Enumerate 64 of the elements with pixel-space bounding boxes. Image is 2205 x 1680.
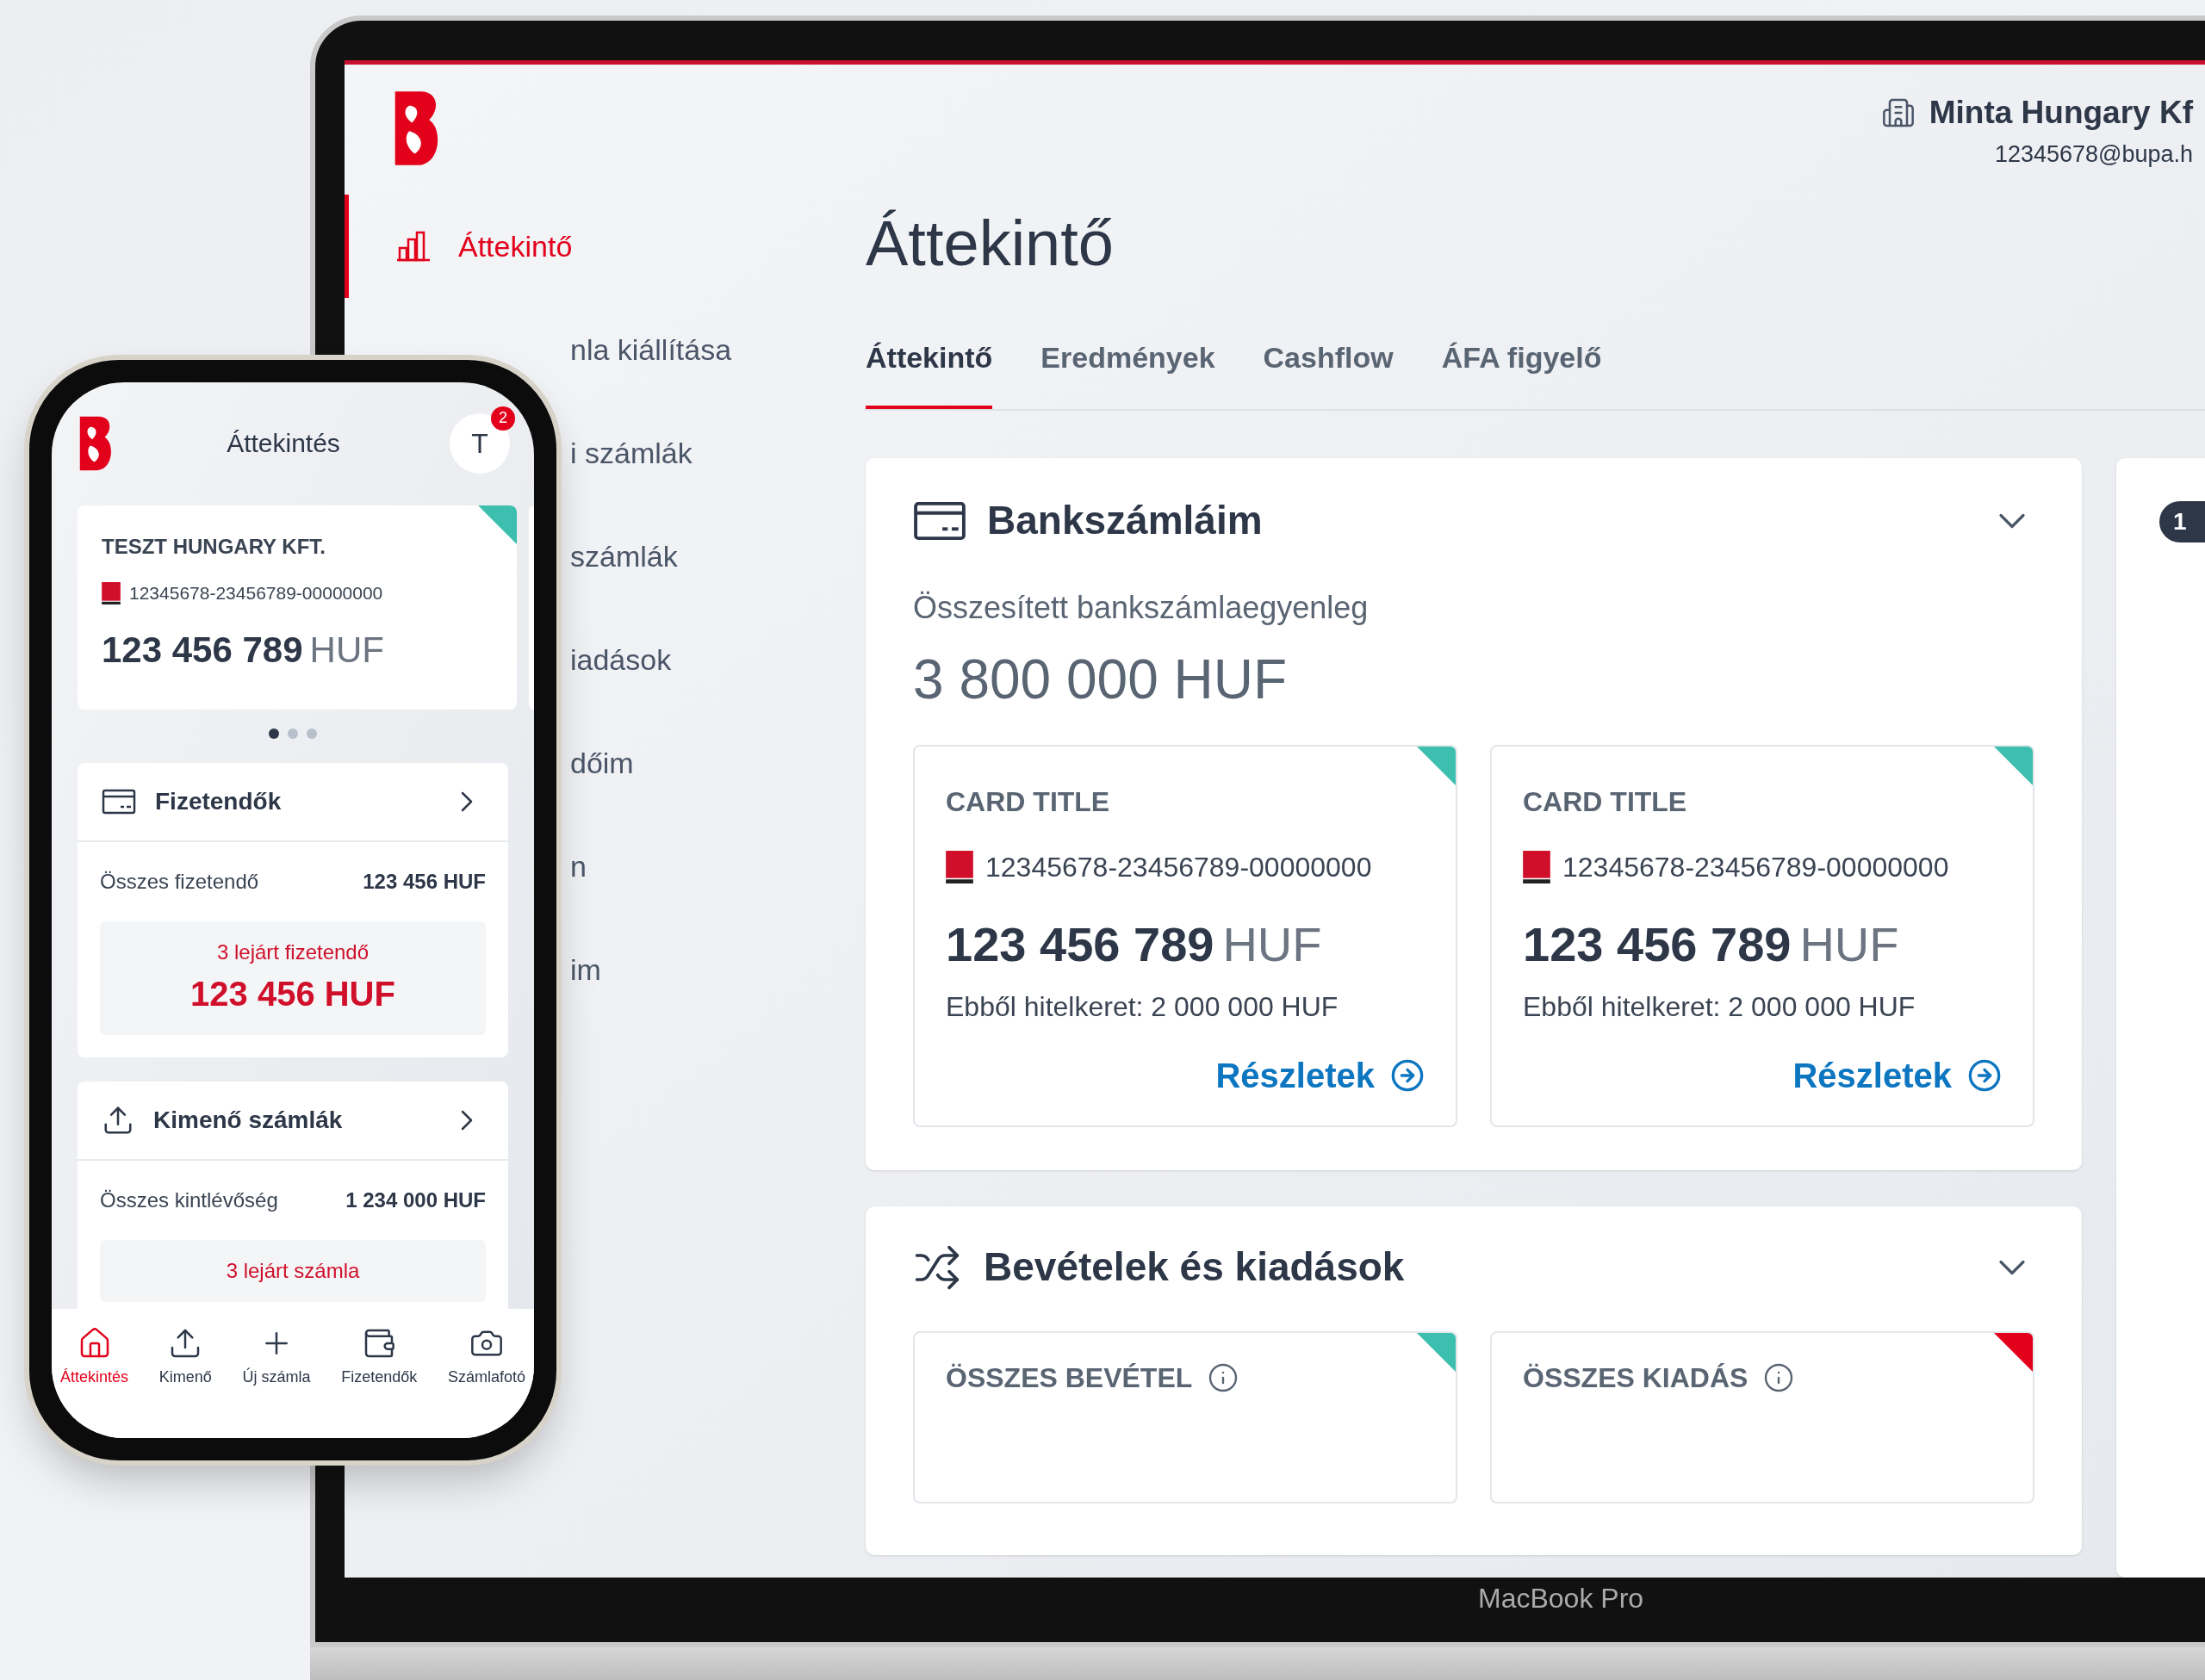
account-number: 12345678-23456789-00000000	[1562, 851, 1949, 884]
arrow-right-circle-icon	[1390, 1058, 1425, 1093]
amount: 123 456 789	[102, 628, 303, 672]
sidebar-item[interactable]: im	[570, 918, 601, 1021]
company-name: Minta Hungary Kf	[1929, 94, 2193, 132]
laptop-brand-label: MacBook Pro	[1478, 1582, 1644, 1615]
currency: HUF	[309, 628, 384, 672]
card-icon	[913, 499, 966, 542]
panel-title: Bevételek és kiadások	[984, 1243, 1405, 1291]
tab[interactable]: Eredmények	[1040, 336, 1215, 409]
bank-logo-icon	[946, 851, 973, 883]
card-icon	[102, 788, 136, 815]
user-email: 12345678@bupa.h	[1994, 139, 2193, 169]
overdue-amount: 123 456 HUF	[190, 973, 395, 1014]
card-title: CARD TITLE	[1523, 785, 1688, 819]
row-label: Összes fizetendő	[100, 868, 259, 895]
tab[interactable]: Áttekintő	[866, 336, 993, 409]
card-title: ÖSSZES KIADÁS	[1523, 1361, 1748, 1395]
account-number: 12345678-23456789-00000000	[129, 582, 383, 604]
count-badge: 1	[2159, 501, 2205, 542]
panel-title: Bankszámláim	[987, 497, 1263, 544]
credit-line: Ebből hitelkeret: 2 000 000 HUF	[946, 990, 1339, 1024]
account-number: 12345678-23456789-00000000	[985, 851, 1372, 884]
nav-item[interactable]: Áttekintés	[60, 1326, 129, 1438]
tab[interactable]: ÁFA figyelő	[1441, 336, 1602, 409]
sidebar-item[interactable]: számlák	[570, 505, 678, 608]
bank-logo-icon	[1523, 851, 1550, 883]
sidebar-item[interactable]: n	[570, 815, 587, 918]
sidebar-item[interactable]: i számlák	[570, 401, 693, 505]
overdue-label: 3 lejárt számla	[226, 1257, 360, 1284]
company-name: TESZT HUNGARY KFT.	[102, 534, 326, 560]
sidebar-item[interactable]: iadások	[570, 608, 672, 711]
bank-logo-icon	[102, 581, 121, 604]
sidebar-item[interactable]: dőim	[570, 711, 634, 815]
section-title: Kimenő számlák	[153, 1105, 343, 1135]
nav-item[interactable]: Új számla	[242, 1326, 311, 1438]
tab[interactable]: Cashflow	[1263, 336, 1394, 409]
currency: HUF	[1799, 916, 1899, 973]
total-balance: 3 800 000 HUF	[913, 648, 1289, 712]
card-title: ÖSSZES BEVÉTEL	[946, 1361, 1193, 1395]
screen-title: Áttekintés	[227, 428, 340, 459]
nav-item[interactable]: Fizetendők	[341, 1326, 418, 1438]
credit-line: Ebből hitelkeret: 2 000 000 HUF	[1523, 990, 1916, 1024]
currency: HUF	[1222, 916, 1322, 973]
arrow-right-circle-icon	[1967, 1058, 2002, 1093]
info-icon[interactable]	[1763, 1362, 1795, 1393]
section-title: Fizetendők	[155, 786, 282, 816]
row-value: 123 456 HUF	[363, 868, 486, 895]
notification-badge: 2	[491, 406, 515, 431]
nav-item[interactable]: Számlafotó	[447, 1326, 525, 1438]
sidebar-item[interactable]: Áttekintő	[345, 195, 581, 298]
row-label: Összes kintlévőség	[100, 1187, 278, 1213]
card-title: CARD TITLE	[946, 785, 1111, 819]
nav-item[interactable]: Kimenő	[158, 1326, 212, 1438]
total-label: Összesített bankszámlaegyenleg	[913, 589, 1370, 627]
bar-chart-icon	[396, 231, 431, 262]
info-icon[interactable]	[1208, 1362, 1239, 1393]
overdue-label: 3 lejárt fizetendő	[216, 939, 370, 965]
row-value: 1 234 000 HUF	[345, 1187, 486, 1213]
sidebar-item[interactable]: nla kiállítása	[570, 298, 732, 401]
amount: 123 456 789	[946, 916, 1214, 973]
details-link[interactable]: Részletek	[1792, 1050, 2002, 1101]
details-link[interactable]: Részletek	[1215, 1050, 1425, 1101]
amount: 123 456 789	[1523, 916, 1792, 973]
